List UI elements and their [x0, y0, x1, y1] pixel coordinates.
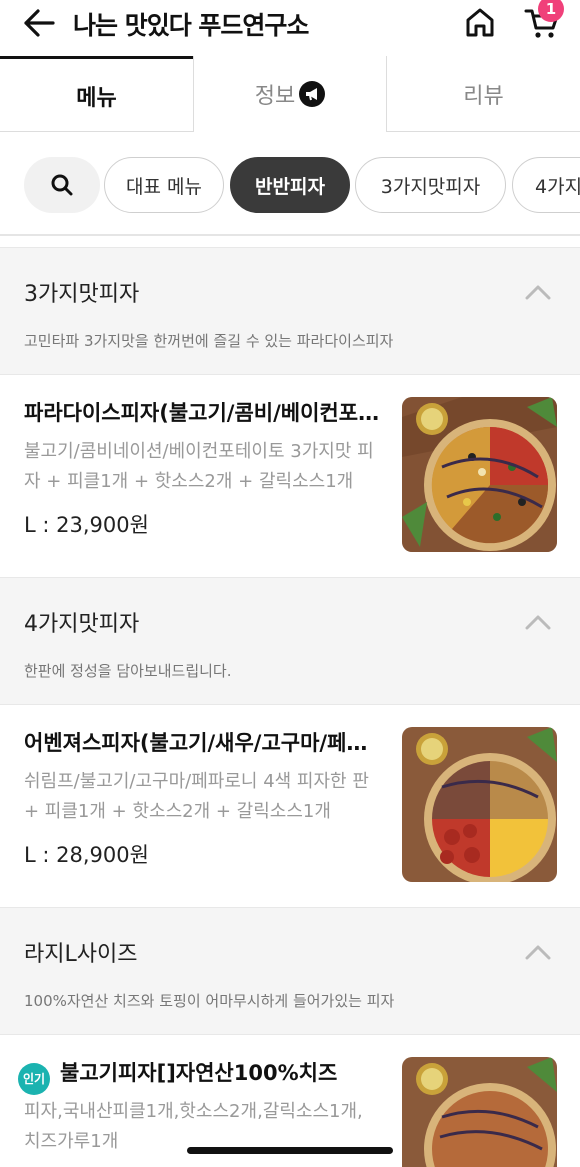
chip-representative-menu[interactable]: 대표 메뉴	[104, 157, 224, 213]
home-button[interactable]	[464, 6, 496, 38]
pizza-image	[402, 727, 557, 882]
home-indicator	[187, 1147, 393, 1154]
search-icon	[51, 174, 73, 196]
menu-item-price: L : 28,900원	[24, 843, 149, 867]
section-title: 3가지맛피자	[24, 282, 140, 307]
pizza-image	[402, 397, 557, 552]
menu-search-button[interactable]	[24, 157, 100, 213]
popular-badge: 인기	[18, 1063, 50, 1095]
tab-bar: 메뉴 정보 리뷰	[0, 56, 580, 132]
menu-item[interactable]: 파라다이스피자(불고기/콤비/베이컨포테이토) 불고기/콤비네이션/베이컨포테이…	[0, 375, 580, 577]
section-header[interactable]: 라지L사이즈 100%자연산 치즈와 토핑이 어마무시하게 들어가있는 피자	[0, 907, 580, 1035]
menu-item-description: 쉬림프/불고기/고구마/페파로니 4색 피자한 판 + 피클1개 + 핫소스2개…	[24, 771, 369, 822]
section-header[interactable]: 4가지맛피자 한판에 정성을 담아보내드립니다.	[0, 577, 580, 705]
tab-menu[interactable]: 메뉴	[0, 56, 193, 132]
app-header: 나는 맛있다 푸드연구소 1	[0, 0, 580, 58]
home-icon	[466, 8, 494, 37]
menu-item[interactable]: 어벤져스피자(불고기/새우/고구마/페파로니) 쉬림프/불고기/고구마/페파로니…	[0, 705, 580, 907]
menu-item-name: 어벤져스피자(불고기/새우/고구마/페파로니)	[24, 731, 384, 755]
chip-half-half-pizza[interactable]: 반반피자	[230, 157, 350, 213]
page-title: 나는 맛있다 푸드연구소	[73, 11, 309, 40]
section-title: 라지L사이즈	[24, 942, 138, 967]
tab-menu-label: 메뉴	[76, 85, 117, 111]
tab-review[interactable]: 리뷰	[387, 56, 580, 132]
section-description: 고민타파 3가지맛을 한꺼번에 즐길 수 있는 파라다이스피자	[24, 332, 394, 350]
menu-item-price: L : 23,900원	[24, 513, 149, 537]
chevron-up-icon	[525, 615, 551, 630]
section-title: 4가지맛피자	[24, 612, 140, 637]
tab-info-label: 정보	[254, 84, 296, 109]
chip-3-flavor-pizza[interactable]: 3가지맛피자	[355, 157, 506, 213]
chip-4-flavor-pizza[interactable]: 4가지	[512, 157, 580, 213]
section-description: 100%자연산 치즈와 토핑이 어마무시하게 들어가있는 피자	[24, 992, 395, 1010]
tab-review-label: 리뷰	[463, 84, 504, 109]
cart-count-badge: 1	[538, 0, 564, 22]
chevron-up-icon	[525, 945, 551, 960]
section-header[interactable]: 3가지맛피자 고민타파 3가지맛을 한꺼번에 즐길 수 있는 파라다이스피자	[0, 247, 580, 375]
menu-item-name: 불고기피자[]자연산100%치즈	[60, 1061, 338, 1085]
pizza-image	[402, 1057, 557, 1167]
back-button[interactable]	[22, 8, 56, 38]
megaphone-icon	[299, 81, 326, 107]
arrow-left-icon	[24, 9, 55, 37]
menu-item-description: 불고기/콤비네이션/베이컨포테이토 3가지맛 피자 + 피클1개 + 핫소스2개…	[24, 441, 374, 492]
chevron-up-icon	[525, 285, 551, 300]
section-description: 한판에 정성을 담아보내드립니다.	[24, 662, 232, 680]
tab-info[interactable]: 정보	[193, 56, 387, 132]
menu-item-name: 파라다이스피자(불고기/콤비/베이컨포테이토)	[24, 401, 384, 425]
category-chip-bar: 대표 메뉴 반반피자 3가지맛피자 4가지	[0, 132, 580, 236]
